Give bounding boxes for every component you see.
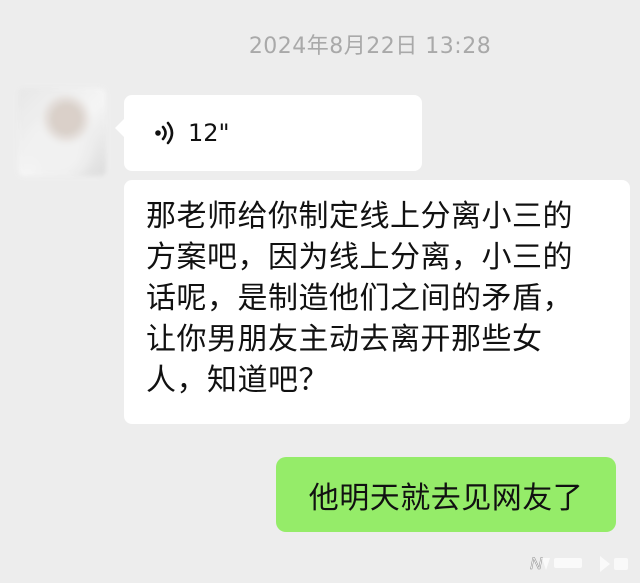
- outgoing-text-bubble[interactable]: 他明天就去见网友了: [276, 457, 616, 532]
- message-line: 那老师给你制定线上分离小三的: [146, 199, 573, 234]
- timestamp: 2024年8月22日 13:28: [248, 34, 492, 59]
- voice-wave-icon: [150, 118, 180, 148]
- message-line: 人，知道吧？: [146, 363, 329, 398]
- news-logo-watermark: N: [530, 553, 632, 575]
- avatar[interactable]: [18, 88, 106, 176]
- incoming-text-bubble[interactable]: 那老师给你制定线上分离小三的 方案吧，因为线上分离，小三的 话呢，是制造他们之间…: [124, 180, 630, 424]
- message-line: 话呢，是制造他们之间的矛盾，: [146, 281, 573, 316]
- message-line: 让你男朋友主动去离开那些女: [146, 322, 543, 357]
- message-line: 方案吧，因为线上分离，小三的: [146, 240, 573, 275]
- voice-message-bubble[interactable]: 12": [115, 95, 422, 171]
- svg-text:N: N: [530, 554, 543, 573]
- voice-duration: 12": [188, 119, 230, 147]
